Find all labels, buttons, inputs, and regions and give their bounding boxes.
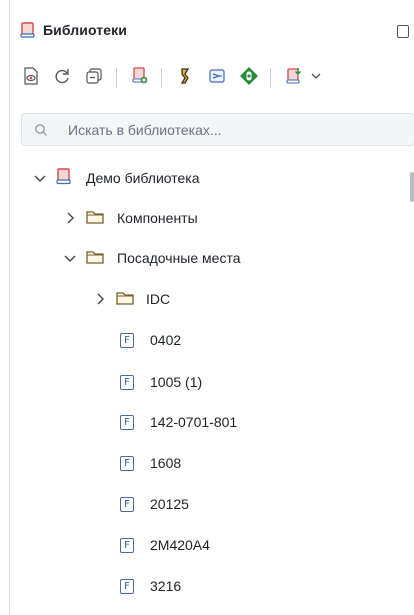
search-placeholder: Искать в библиотеках... — [68, 122, 222, 138]
scrollbar-thumb[interactable] — [410, 172, 414, 202]
chevron-down-icon[interactable] — [32, 170, 48, 186]
tree-item-label: 0402 — [150, 332, 182, 348]
tree-item-label: Посадочные места — [117, 250, 241, 266]
chevron-down-icon[interactable] — [305, 65, 327, 87]
folder-icon — [86, 249, 104, 268]
import-icon[interactable] — [283, 65, 305, 87]
toolbar-separator — [161, 68, 162, 88]
tree-item-label: 1608 — [150, 455, 182, 471]
tree-item-footprint[interactable]: F 0402 — [120, 328, 181, 352]
tree-item-footprint[interactable]: F 1608 — [120, 451, 181, 475]
panel-titlebar: Библиотеки — [10, 0, 414, 58]
footprint-icon[interactable] — [238, 65, 260, 87]
tree-item-label: IDC — [146, 291, 171, 307]
libraries-panel: Библиотеки Искать в библиотеках... Демо … — [9, 0, 414, 615]
tree-item-footprint[interactable]: F 20125 — [120, 492, 189, 516]
tree-item-label: Демо библиотека — [86, 170, 200, 186]
library-icon — [20, 22, 36, 43]
folder-icon — [116, 290, 134, 309]
footprint-file-icon: F — [120, 332, 134, 348]
panel-title: Библиотеки — [43, 22, 127, 38]
search-icon — [34, 123, 48, 142]
component-icon[interactable] — [174, 65, 196, 87]
toolbar — [10, 60, 414, 92]
tree-item-footprint[interactable]: F 142-0701-801 — [120, 410, 237, 434]
footprint-file-icon: F — [120, 578, 134, 594]
preview-icon[interactable] — [20, 65, 42, 87]
refresh-icon[interactable] — [51, 65, 73, 87]
tree-item-idc[interactable]: IDC — [92, 287, 170, 311]
tree-item-demo-library[interactable]: Демо библиотека — [32, 166, 200, 190]
search-field[interactable]: Искать в библиотеках... — [21, 113, 414, 146]
chevron-down-icon[interactable] — [62, 250, 78, 266]
footprint-file-icon: F — [120, 496, 134, 512]
schematic-symbol-icon[interactable] — [206, 65, 228, 87]
toolbar-separator — [270, 68, 271, 88]
tree-item-footprint[interactable]: F 3216 — [120, 574, 181, 598]
tree-item-label: 142-0701-801 — [150, 414, 238, 430]
toolbar-separator — [116, 68, 117, 88]
add-library-icon[interactable] — [129, 65, 151, 87]
footprint-file-icon: F — [120, 414, 134, 430]
tree-item-label: 3216 — [150, 578, 182, 594]
collapse-all-icon[interactable] — [83, 65, 105, 87]
footprint-file-icon: F — [120, 455, 134, 471]
tree-item-footprint[interactable]: F 1005 (1) — [120, 370, 202, 394]
tree-item-components[interactable]: Компоненты — [62, 206, 198, 230]
tree-item-label: Компоненты — [117, 210, 198, 226]
tree-item-label: 2M420A4 — [150, 537, 210, 553]
footprint-file-icon: F — [120, 374, 134, 390]
tree-item-footprint[interactable]: F 2M420A4 — [120, 533, 210, 557]
footprint-file-icon: F — [120, 537, 134, 553]
library-icon — [56, 168, 72, 188]
tree-item-footprints[interactable]: Посадочные места — [62, 246, 241, 270]
chevron-right-icon[interactable] — [62, 210, 78, 226]
maximize-icon[interactable] — [397, 25, 409, 38]
tree-item-label: 1005 (1) — [150, 374, 203, 390]
folder-icon — [86, 209, 104, 228]
tree-item-label: 20125 — [150, 496, 189, 512]
chevron-right-icon[interactable] — [92, 291, 108, 307]
